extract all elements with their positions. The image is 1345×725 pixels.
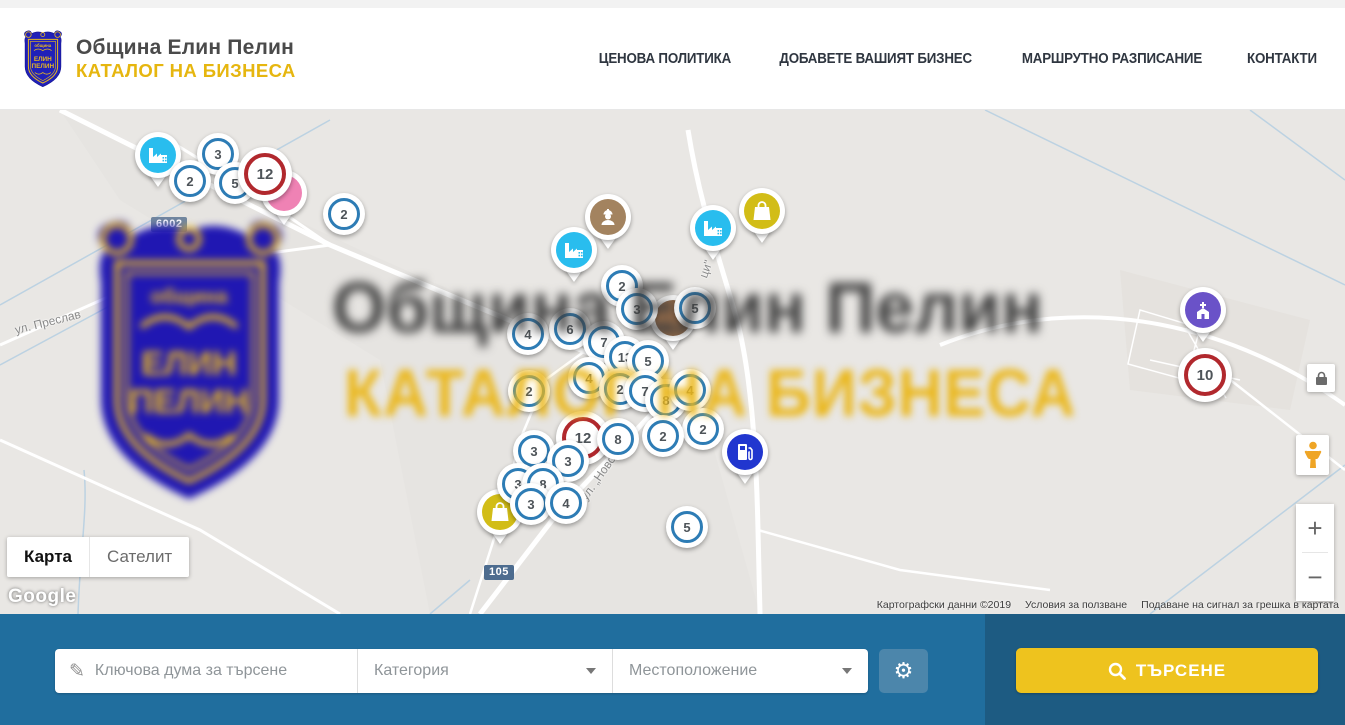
map-cluster-marker[interactable]: 10 (1178, 348, 1232, 402)
keyword-field[interactable]: ✎ (55, 649, 357, 693)
cluster-count: 2 (687, 413, 719, 445)
search-icon (1108, 662, 1126, 680)
lock-icon (1315, 371, 1328, 386)
factory-pin[interactable] (690, 205, 736, 263)
search-fields: ✎ Категория Местоположение (55, 649, 868, 693)
shopping-bag-icon (744, 193, 780, 229)
pegman-button[interactable] (1296, 435, 1329, 475)
cluster-count: 12 (244, 153, 286, 195)
zoom-out-button[interactable]: − (1296, 553, 1334, 601)
zoom-in-button[interactable]: + (1296, 504, 1334, 552)
map-canvas[interactable]: 6002105ул. Преславбул. „Новоселцици" 325… (0, 110, 1345, 614)
location-select[interactable]: Местоположение (612, 649, 868, 693)
search-bar: ✎ Категория Местоположение ⚙ ТЪРСЕНЕ (0, 614, 1345, 725)
map-cluster-marker[interactable]: 4 (507, 313, 549, 355)
svg-text:ЕЛИН: ЕЛИН (34, 56, 52, 63)
map-attribution: Картографски данни ©2019 Условия за полз… (877, 599, 1339, 611)
nav-item-pricing[interactable]: ЦЕНОВА ПОЛИТИКА (599, 51, 731, 67)
nav-item-route-schedule[interactable]: МАРШРУТНО РАЗПИСАНИЕ (1022, 51, 1202, 67)
brand-title: Община Елин Пелин (76, 36, 296, 60)
worker-icon (590, 199, 626, 235)
pegman-icon (1303, 441, 1323, 469)
map-cluster-marker[interactable]: 2 (642, 415, 684, 457)
cluster-count: 2 (328, 198, 360, 230)
cluster-count: 2 (174, 165, 206, 197)
chevron-down-icon (586, 668, 596, 674)
pencil-icon: ✎ (69, 660, 85, 683)
cluster-count: 4 (512, 318, 544, 350)
map-cluster-marker[interactable]: 5 (674, 287, 716, 329)
pin-circle (690, 205, 736, 251)
map-type-satellite-button[interactable]: Сателит (89, 537, 189, 577)
church-pin[interactable] (1180, 287, 1226, 345)
cluster-count: 2 (647, 420, 679, 452)
cluster-count: 3 (515, 488, 547, 520)
map-cluster-marker[interactable]: 4 (545, 482, 587, 524)
map-cluster-marker[interactable]: 2 (682, 408, 724, 450)
google-logo[interactable]: Google (8, 586, 76, 608)
pin-circle (585, 194, 631, 240)
fuel-pump-pin[interactable] (722, 429, 768, 487)
category-select[interactable]: Категория (357, 649, 612, 693)
header: община ЕЛИН ПЕЛИН Община Елин Пелин КАТА… (0, 8, 1345, 110)
search-button-label: ТЪРСЕНЕ (1136, 661, 1226, 681)
nav-item-add-business[interactable]: ДОБАВЕТЕ ВАШИЯТ БИЗНЕС (779, 51, 972, 67)
keyword-input[interactable] (95, 662, 357, 680)
markers-layer: 32512223546713524278422128333834510 (0, 110, 1345, 614)
cluster-count: 4 (550, 487, 582, 519)
map-cluster-marker[interactable]: 2 (508, 370, 550, 412)
cluster-count: 2 (513, 375, 545, 407)
map-type-map-button[interactable]: Карта (7, 537, 89, 577)
search-button[interactable]: ТЪРСЕНЕ (1016, 648, 1318, 693)
municipality-coat-of-arms-icon: община ЕЛИН ПЕЛИН (22, 27, 64, 91)
attribution-terms-link[interactable]: Условия за ползване (1025, 599, 1127, 611)
map-cluster-marker[interactable]: 2 (323, 193, 365, 235)
factory-icon (140, 137, 176, 173)
main-nav: ЦЕНОВА ПОЛИТИКА ДОБАВЕТЕ ВАШИЯТ БИЗНЕС М… (593, 8, 1320, 109)
cluster-count: 8 (602, 423, 634, 455)
pin-circle (1180, 287, 1226, 333)
gear-icon: ⚙ (894, 658, 914, 684)
cluster-count: 5 (679, 292, 711, 324)
page: община ЕЛИН ПЕЛИН Община Елин Пелин КАТА… (0, 0, 1345, 725)
cluster-count: 4 (674, 374, 706, 406)
pin-circle (722, 429, 768, 475)
svg-text:община: община (34, 43, 51, 48)
map-cluster-marker[interactable]: 5 (666, 506, 708, 548)
shopping-bag-pin[interactable] (739, 188, 785, 246)
location-select-label: Местоположение (629, 662, 757, 680)
pin-circle (739, 188, 785, 234)
cluster-count: 5 (671, 511, 703, 543)
brand-subtitle: КАТАЛОГ НА БИЗНЕСА (76, 60, 296, 81)
map-cluster-marker[interactable]: 12 (238, 147, 292, 201)
chevron-down-icon (842, 668, 852, 674)
cluster-count: 3 (621, 293, 653, 325)
map-cluster-marker[interactable]: 2 (169, 160, 211, 202)
advanced-settings-button[interactable]: ⚙ (879, 649, 928, 693)
map-cluster-marker[interactable]: 3 (616, 288, 658, 330)
worker-pin[interactable] (585, 194, 631, 252)
cluster-count: 6 (554, 313, 586, 345)
brand-logo[interactable]: община ЕЛИН ПЕЛИН Община Елин Пелин КАТА… (22, 27, 296, 91)
map-cluster-marker[interactable]: 8 (597, 418, 639, 460)
nav-item-contacts[interactable]: КОНТАКТИ (1247, 51, 1317, 67)
church-icon (1185, 292, 1221, 328)
cluster-count: 10 (1184, 354, 1226, 396)
attribution-data: Картографски данни ©2019 (877, 599, 1011, 611)
category-select-label: Категория (374, 662, 449, 680)
top-strip (0, 0, 1345, 8)
zoom-control: + − (1296, 504, 1334, 601)
svg-text:ПЕЛИН: ПЕЛИН (32, 63, 55, 70)
map-cluster-marker[interactable]: 4 (669, 369, 711, 411)
map-type-control: Карта Сателит (7, 537, 189, 577)
factory-icon (695, 210, 731, 246)
fuel-pump-icon (727, 434, 763, 470)
lock-button[interactable] (1307, 364, 1335, 392)
